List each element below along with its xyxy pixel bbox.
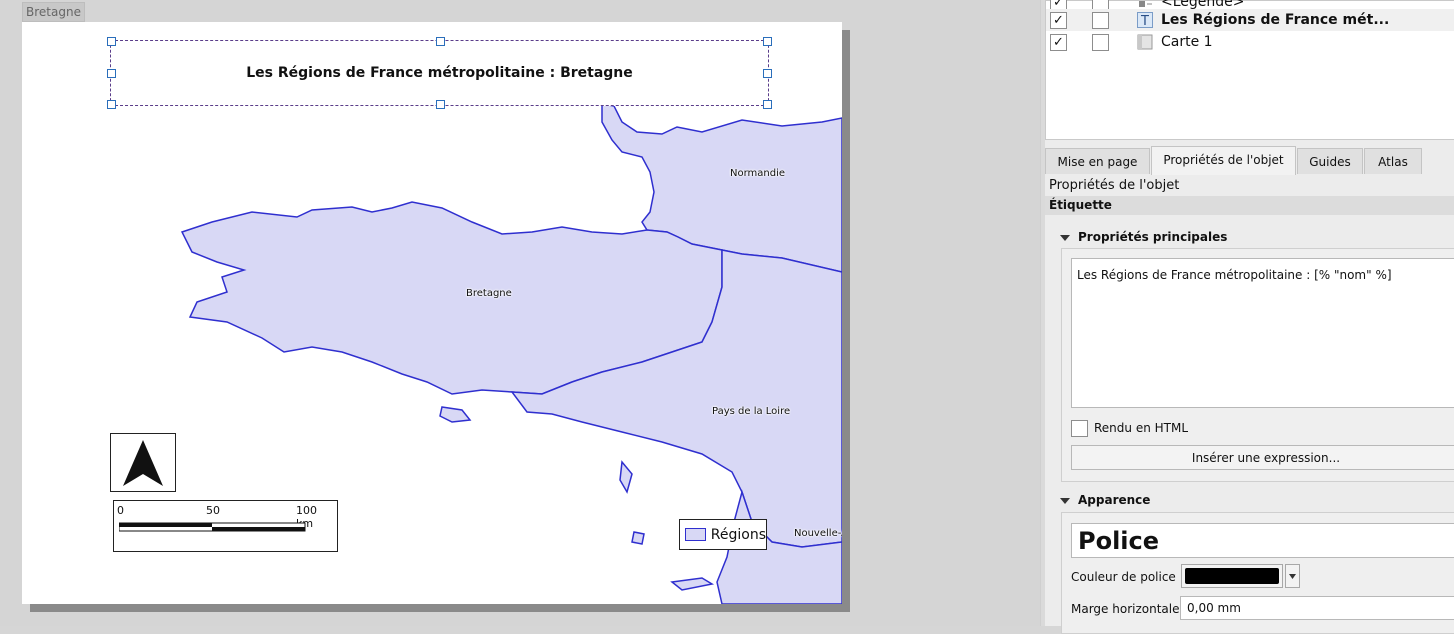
collapse-triangle-icon[interactable] [1060, 497, 1070, 504]
legend-swatch-icon [685, 528, 706, 541]
map-label-pays-de-la-loire: Pays de la Loire [712, 406, 791, 417]
lock-checkbox[interactable] [1092, 12, 1109, 29]
island-re [670, 577, 715, 591]
tab-mise-en-page[interactable]: Mise en page [1045, 148, 1150, 174]
collapse-triangle-icon[interactable] [1060, 234, 1070, 241]
island-yeu [631, 531, 645, 545]
group-title: Propriétés principales [1078, 230, 1228, 244]
resize-handle-w[interactable] [107, 69, 116, 78]
north-arrow-icon [123, 440, 163, 486]
title-label-item[interactable]: Les Régions de France métropolitaine : B… [107, 37, 772, 109]
group-title: Apparence [1078, 493, 1151, 507]
map-label-bretagne: Bretagne [466, 288, 512, 299]
render-html-checkbox[interactable] [1071, 420, 1088, 437]
map-icon [1137, 34, 1153, 50]
resize-handle-n[interactable] [436, 37, 445, 46]
items-list: ✓ <Légende> ✓ T Les Régions de France mé… [1045, 0, 1454, 140]
layout-page[interactable]: Normandie Bretagne Pays de la Loire Nouv… [22, 22, 842, 604]
group-header-main[interactable]: Propriétés principales [1060, 230, 1227, 244]
svg-text:T: T [1140, 14, 1149, 28]
margin-horizontal-input[interactable]: 0,00 mm [1180, 596, 1454, 620]
scale-label-0: 0 [117, 504, 124, 517]
insert-expression-button[interactable]: Insérer une expression... [1071, 445, 1454, 470]
map-label-normandie: Normandie [730, 168, 786, 179]
font-color-label: Couleur de police [1071, 570, 1176, 584]
scale-label-50: 50 [206, 504, 220, 517]
map-label-nouvelle-aquitaine: Nouvelle-A [794, 528, 842, 539]
resize-handle-ne[interactable] [763, 37, 772, 46]
tab-guides[interactable]: Guides [1297, 148, 1363, 174]
color-dropdown-button[interactable] [1285, 564, 1300, 588]
scale-bar-graphic [119, 522, 306, 532]
color-swatch [1185, 568, 1279, 584]
properties-tabs: Mise en page Propriétés de l'objet Guide… [1045, 146, 1454, 175]
map-title: Les Régions de France métropolitaine : B… [246, 65, 633, 81]
section-header-etiquette: Étiquette [1045, 196, 1454, 215]
visibility-checkbox[interactable]: ✓ [1050, 34, 1067, 51]
font-color-button[interactable] [1181, 564, 1283, 588]
island-noirmoutier [619, 460, 633, 494]
item-label: Les Régions de France mét... [1161, 12, 1390, 28]
resize-handle-nw[interactable] [107, 37, 116, 46]
render-html-label: Rendu en HTML [1094, 421, 1189, 435]
margin-horizontal-label: Marge horizontale [1071, 602, 1180, 616]
chevron-down-icon [1289, 574, 1296, 579]
label-text-editor[interactable]: Les Régions de France métropolitaine : [… [1071, 258, 1454, 408]
resize-handle-se[interactable] [763, 100, 772, 109]
group-header-appearance[interactable]: Apparence [1060, 493, 1150, 507]
legend-entry-label: Régions [710, 526, 766, 543]
visibility-checkbox[interactable]: ✓ [1050, 12, 1067, 29]
tab-proprietes-objet[interactable]: Propriétés de l'objet [1151, 146, 1296, 175]
tab-atlas[interactable]: Atlas [1364, 148, 1422, 174]
scale-bar-item[interactable]: 0 50 100 km [113, 500, 338, 552]
item-row-title[interactable]: ✓ T Les Régions de France mét... [1046, 9, 1454, 31]
lock-checkbox[interactable] [1092, 34, 1109, 51]
resize-handle-e[interactable] [763, 69, 772, 78]
item-row-map[interactable]: ✓ Carte 1 [1046, 31, 1454, 53]
font-button[interactable]: Police [1071, 523, 1454, 558]
island-belle-ile [439, 406, 472, 423]
atlas-page-tag: Bretagne [22, 2, 85, 22]
legend-item[interactable]: Régions [679, 519, 767, 550]
resize-handle-s[interactable] [436, 100, 445, 109]
north-arrow-item[interactable] [110, 433, 176, 492]
item-label: Carte 1 [1161, 34, 1213, 50]
resize-handle-sw[interactable] [107, 100, 116, 109]
text-icon: T [1137, 12, 1153, 28]
panel-caption: Propriétés de l'objet [1049, 178, 1180, 193]
